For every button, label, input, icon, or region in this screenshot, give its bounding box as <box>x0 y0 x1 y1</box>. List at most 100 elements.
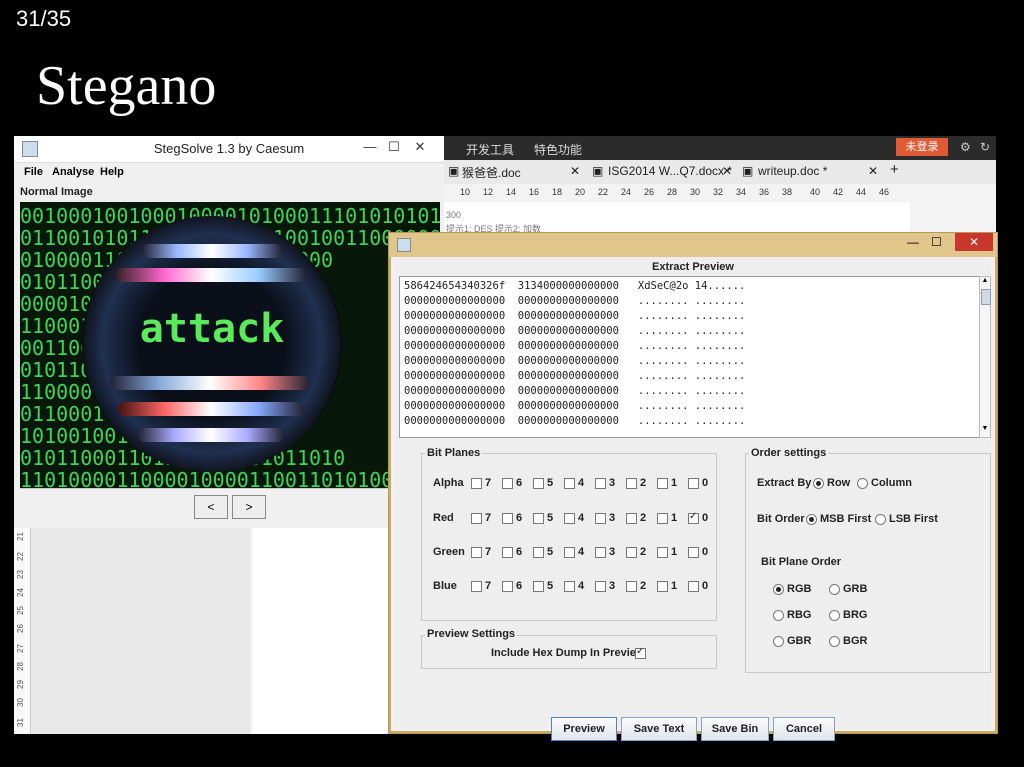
bit-number-label: 7 <box>485 477 492 489</box>
bit-order-label: Bit Order <box>757 513 805 525</box>
bit-plane-checkbox[interactable] <box>502 513 513 524</box>
close-tab-icon[interactable]: ✕ <box>722 164 732 178</box>
extract-titlebar[interactable]: — ☐ ✕ <box>389 233 997 257</box>
hex-preview-textarea[interactable]: 586424654340326f 3134000000000000 XdSeC@… <box>399 276 981 438</box>
bit-plane-checkbox[interactable] <box>595 547 606 558</box>
order-brg-radio[interactable] <box>829 610 840 621</box>
doc-tab-3[interactable]: writeup.doc * <box>758 164 827 178</box>
menu-file[interactable]: File <box>24 166 43 178</box>
bit-plane-checkbox[interactable] <box>533 547 544 558</box>
minimize-icon[interactable]: — <box>360 139 380 154</box>
hex-scrollbar[interactable]: ▲ ▼ <box>979 276 991 438</box>
login-button[interactable]: 未登录 <box>896 138 948 156</box>
extract-by-row-radio[interactable] <box>813 478 824 489</box>
bit-plane-checkbox[interactable] <box>502 547 513 558</box>
bit-plane-checkbox[interactable] <box>626 513 637 524</box>
prev-button[interactable]: < <box>194 495 228 519</box>
bit-number-label: 5 <box>547 546 554 558</box>
bit-plane-checkbox[interactable] <box>564 547 575 558</box>
hex-line: 0000000000000000 0000000000000000 ......… <box>404 340 746 352</box>
doc-tab-1[interactable]: 猴爸爸.doc <box>462 164 521 181</box>
bit-plane-checkbox[interactable] <box>533 581 544 592</box>
refresh-icon[interactable]: ↻ <box>980 140 990 154</box>
order-gbr-radio[interactable] <box>773 636 784 647</box>
bit-plane-checkbox[interactable] <box>502 581 513 592</box>
bit-plane-checkbox[interactable] <box>688 478 699 489</box>
save-text-button[interactable]: Save Text <box>621 717 697 741</box>
new-tab-icon[interactable]: + <box>890 161 899 178</box>
cancel-button[interactable]: Cancel <box>773 717 835 741</box>
lsb-first-radio[interactable] <box>875 514 886 525</box>
scroll-up-icon[interactable]: ▲ <box>980 277 990 287</box>
ruler-number: 34 <box>736 187 747 197</box>
doc-tab-2[interactable]: ISG2014 W...Q7.docx * <box>608 164 732 178</box>
image-view: 0010001001000100001010001110101010111000… <box>20 202 440 488</box>
doc-icon: ▣ <box>448 164 460 178</box>
order-grb-radio[interactable] <box>829 584 840 595</box>
bit-plane-checkbox[interactable] <box>564 581 575 592</box>
ruler-number: 25 <box>15 606 25 615</box>
bit-plane-checkbox[interactable] <box>533 513 544 524</box>
scroll-down-icon[interactable]: ▼ <box>980 425 990 435</box>
bit-plane-checkbox[interactable] <box>657 581 668 592</box>
ruler-number: 42 <box>833 187 844 197</box>
menu-analyse[interactable]: Analyse <box>52 166 94 178</box>
msb-first-label: MSB First <box>820 513 872 525</box>
order-bgr-radio[interactable] <box>829 636 840 647</box>
settings-icon[interactable]: ⚙ <box>960 140 971 154</box>
bit-plane-checkbox[interactable] <box>564 478 575 489</box>
bit-plane-checkbox[interactable] <box>688 581 699 592</box>
bit-plane-checkbox[interactable] <box>533 478 544 489</box>
bit-number-label: 0 <box>702 512 709 524</box>
dev-tools-tab[interactable]: 开发工具 <box>466 141 514 158</box>
hex-dump-checkbox[interactable] <box>635 646 646 659</box>
bit-plane-checkbox[interactable] <box>471 478 482 489</box>
preview-button[interactable]: Preview <box>551 717 617 741</box>
bit-plane-checkbox[interactable] <box>595 581 606 592</box>
extract-by-row-label: Row <box>827 477 851 489</box>
bit-plane-checkbox[interactable] <box>626 478 637 489</box>
slide-title: Stegano <box>36 55 217 117</box>
bit-plane-row-label: Blue <box>433 580 457 592</box>
bit-plane-checkbox[interactable] <box>626 547 637 558</box>
bit-plane-checkbox[interactable] <box>471 513 482 524</box>
bit-plane-checkbox[interactable] <box>502 478 513 489</box>
bit-plane-checkbox[interactable] <box>564 513 575 524</box>
extract-preview-label: Extract Preview <box>652 261 734 273</box>
close-icon[interactable]: ✕ <box>955 233 993 251</box>
minimize-icon[interactable]: — <box>907 235 919 249</box>
scroll-thumb[interactable] <box>981 289 991 305</box>
close-tab-icon[interactable]: ✕ <box>868 164 878 178</box>
bit-number-label: 6 <box>516 546 523 558</box>
extract-content: Extract Preview 586424654340326f 3134000… <box>395 257 991 741</box>
bit-plane-checkbox[interactable] <box>657 547 668 558</box>
ruler-number: 29 <box>15 680 25 689</box>
close-tab-icon[interactable]: ✕ <box>570 164 580 178</box>
maximize-icon[interactable]: ☐ <box>384 139 404 155</box>
close-icon[interactable]: ✕ <box>410 139 430 155</box>
stegsolve-titlebar[interactable]: StegSolve 1.3 by Caesum — ☐ ✕ <box>14 136 444 163</box>
ruler-number: 28 <box>15 662 25 671</box>
menu-help[interactable]: Help <box>100 166 124 178</box>
next-button[interactable]: > <box>232 495 266 519</box>
bit-number-label: 5 <box>547 512 554 524</box>
maximize-icon[interactable]: ☐ <box>931 235 942 249</box>
bit-number-label: 2 <box>640 477 647 489</box>
bit-plane-checkbox[interactable] <box>471 581 482 592</box>
bit-plane-checkbox[interactable] <box>688 511 699 524</box>
bit-plane-checkbox[interactable] <box>595 513 606 524</box>
extract-by-column-radio[interactable] <box>857 478 868 489</box>
features-tab[interactable]: 特色功能 <box>534 141 582 158</box>
bit-plane-checkbox[interactable] <box>626 581 637 592</box>
ruler-number: 24 <box>15 588 25 597</box>
bit-plane-checkbox[interactable] <box>471 547 482 558</box>
bit-plane-checkbox[interactable] <box>657 478 668 489</box>
bit-plane-checkbox[interactable] <box>688 547 699 558</box>
save-bin-button[interactable]: Save Bin <box>701 717 769 741</box>
order-rbg-radio[interactable] <box>773 610 784 621</box>
hex-line: 0000000000000000 0000000000000000 ......… <box>404 400 746 412</box>
msb-first-radio[interactable] <box>806 514 817 525</box>
bit-plane-checkbox[interactable] <box>657 513 668 524</box>
bit-plane-checkbox[interactable] <box>595 478 606 489</box>
order-rgb-radio[interactable] <box>773 584 784 595</box>
